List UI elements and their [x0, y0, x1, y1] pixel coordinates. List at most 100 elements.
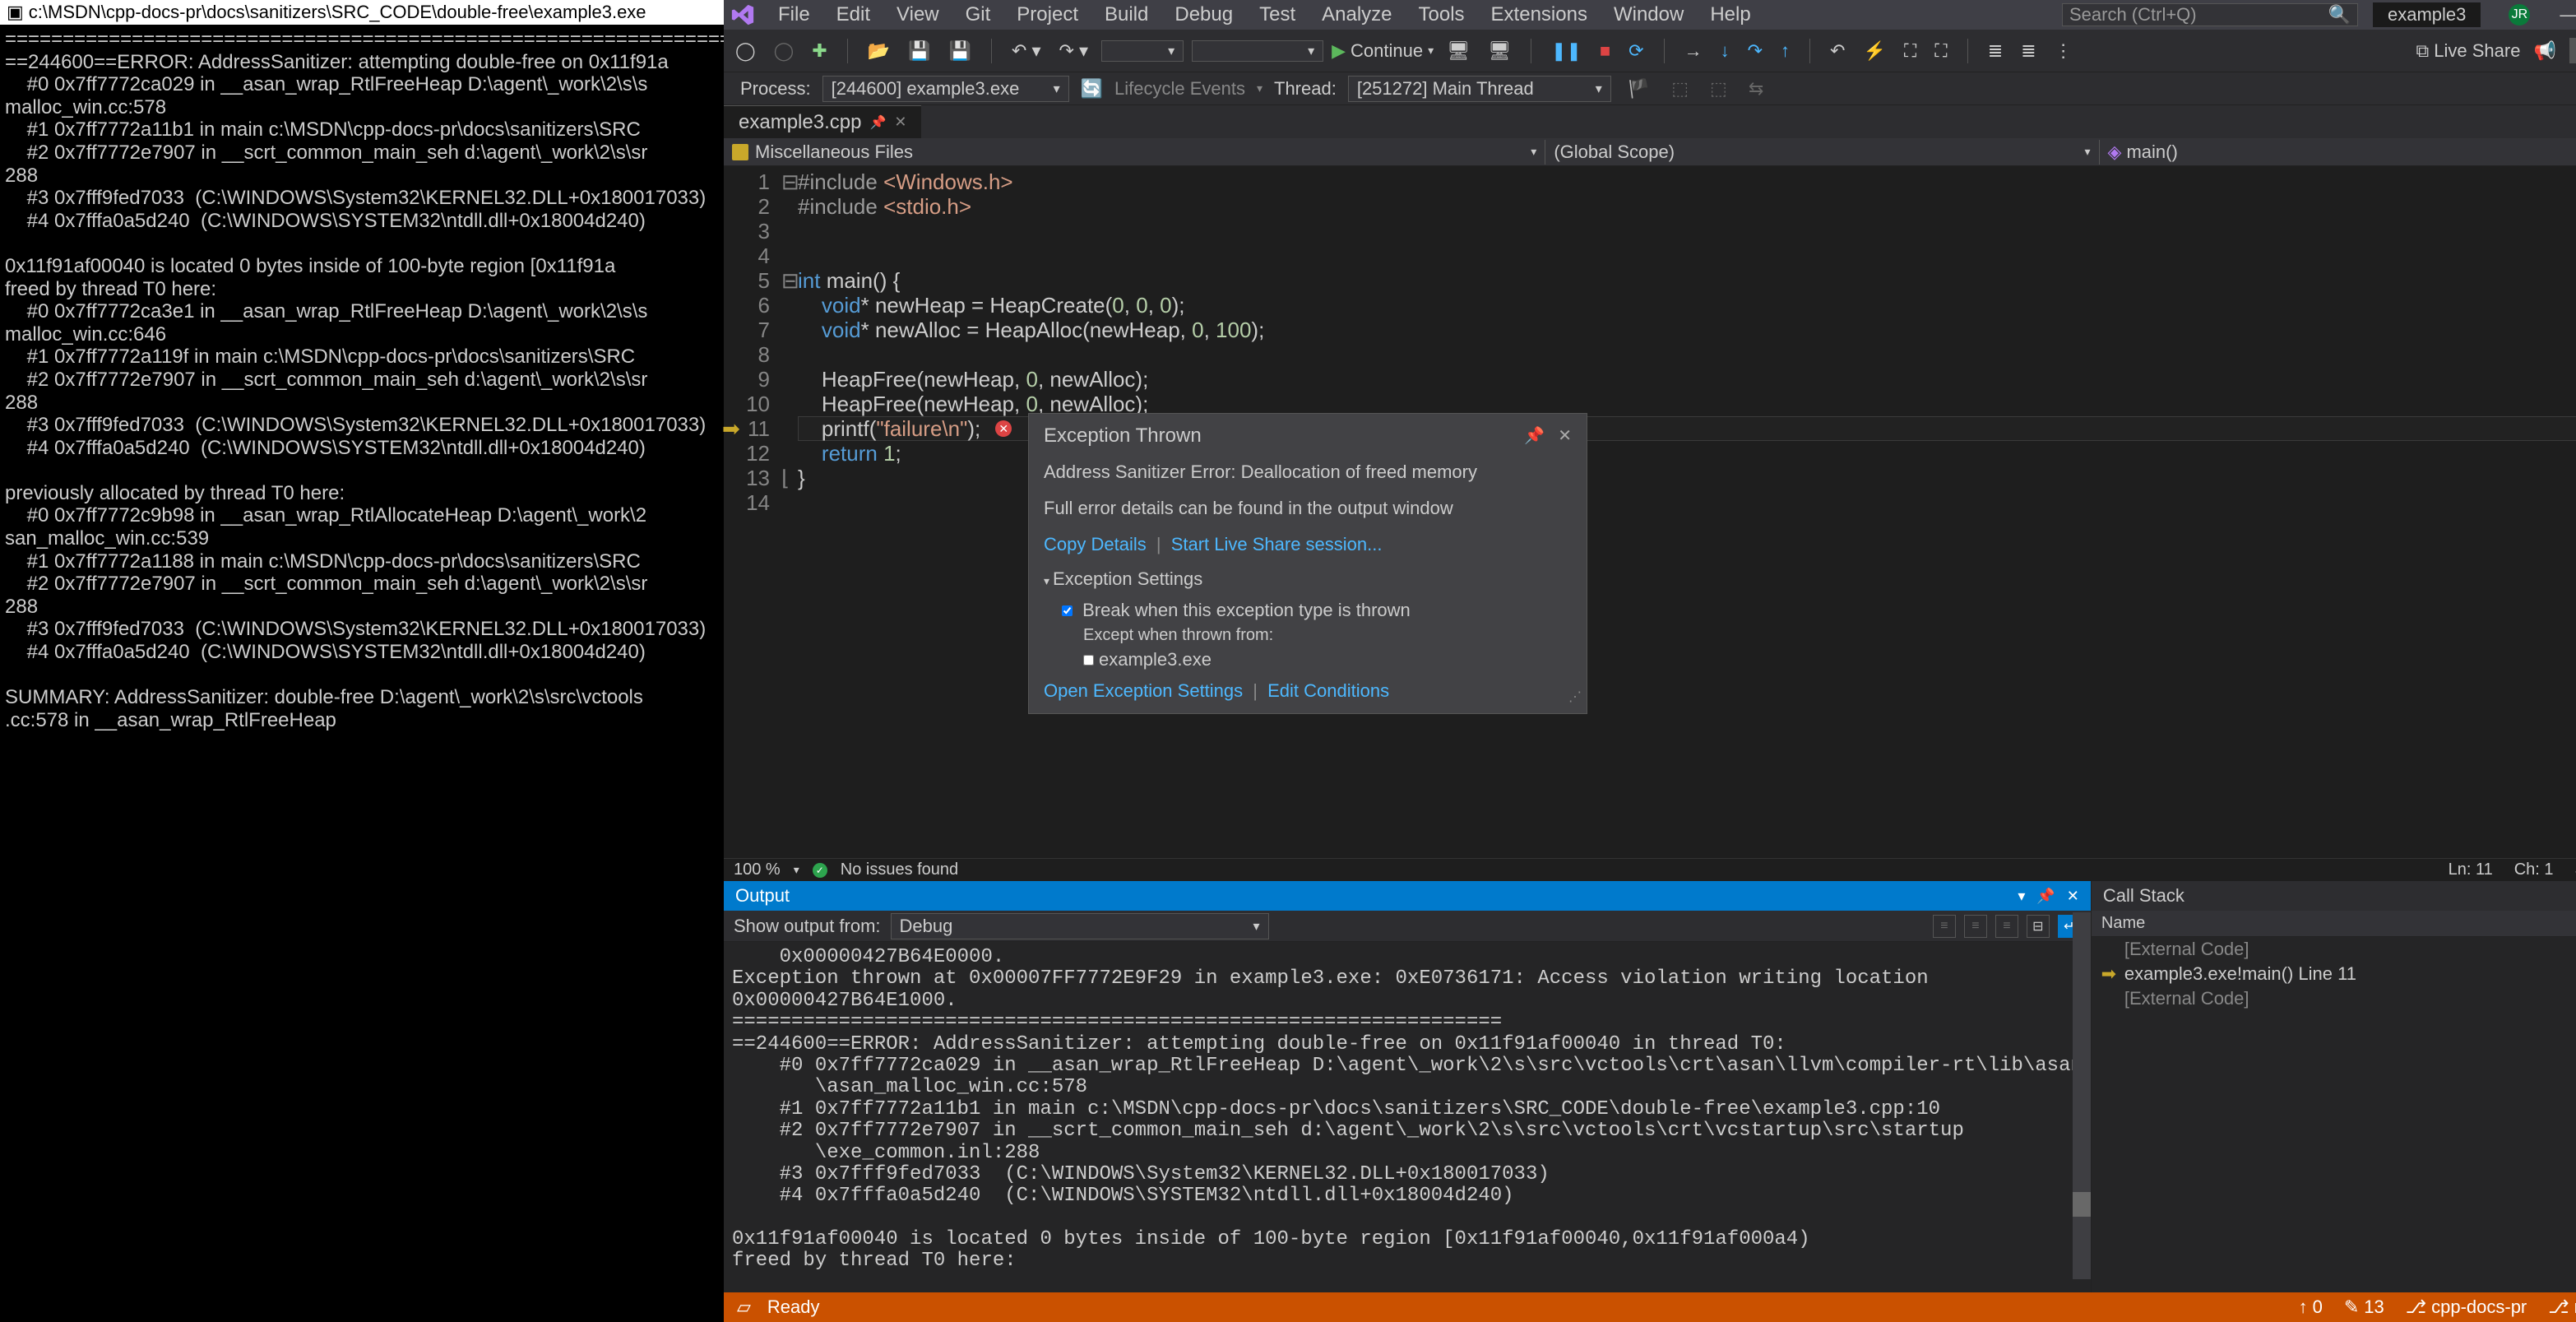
- close-tab-icon[interactable]: ✕: [894, 114, 906, 131]
- restart-button[interactable]: ⟳: [1624, 39, 1648, 63]
- edit-conditions-link[interactable]: Edit Conditions: [1267, 680, 1389, 701]
- context-project-dropdown[interactable]: Miscellaneous Files ▾: [724, 140, 1545, 165]
- menu-extensions[interactable]: Extensions: [1478, 3, 1601, 26]
- config-dropdown[interactable]: ▾: [1101, 40, 1184, 62]
- misc-debug-icon[interactable]: ⚡: [1858, 39, 1890, 63]
- open-icon[interactable]: 📂: [863, 39, 895, 63]
- menu-tools[interactable]: Tools: [1406, 3, 1478, 26]
- popup-pin-icon[interactable]: 📌: [1524, 424, 1545, 448]
- menu-git[interactable]: Git: [952, 3, 1004, 26]
- repo-name[interactable]: ⎇cpp-docs-pr: [2406, 1296, 2527, 1318]
- debug-target-icon[interactable]: 🖥: [1442, 39, 1475, 63]
- menu-project[interactable]: Project: [1003, 3, 1091, 26]
- show-next-statement-icon[interactable]: →: [1679, 39, 1707, 63]
- code-editor[interactable]: 1234567891011121314 ⊟⊟⌊ #include <Window…: [724, 166, 2576, 858]
- exception-settings-header[interactable]: Exception Settings: [1053, 568, 1202, 589]
- step-out-button[interactable]: ↑: [1776, 39, 1795, 63]
- stack-frame-icon[interactable]: ⬚: [1666, 77, 1693, 101]
- feedback-icon[interactable]: 📢: [2528, 39, 2560, 63]
- output-tb-icon4[interactable]: ⊟: [2027, 915, 2050, 938]
- connection-icon: ▱: [737, 1296, 751, 1318]
- misc-debug3-icon[interactable]: ⛶: [1930, 39, 1952, 63]
- output-panel: Output ▾ 📌 ✕ Show output from: Debug▾: [724, 881, 2091, 1292]
- menu-build[interactable]: Build: [1091, 3, 1161, 26]
- menu-debug[interactable]: Debug: [1161, 3, 1246, 26]
- exception-message: Address Sanitizer Error: Deallocation of…: [1044, 460, 1572, 485]
- output-header[interactable]: Output ▾ 📌 ✕: [724, 881, 2091, 911]
- visual-studio: File Edit View Git Project Build Debug T…: [724, 0, 2576, 1322]
- open-exception-settings-link[interactable]: Open Exception Settings: [1044, 680, 1243, 701]
- except-example3-checkbox[interactable]: [1083, 655, 1094, 666]
- popup-close-icon[interactable]: ✕: [1558, 424, 1572, 448]
- branch-name[interactable]: ⎇master▴: [2548, 1296, 2576, 1318]
- outdent-icon[interactable]: ≣: [2016, 39, 2041, 63]
- call-stack-body[interactable]: [External Code]➡example3.exe!main() Line…: [2092, 937, 2576, 1292]
- start-live-share-link[interactable]: Start Live Share session...: [1171, 534, 1383, 554]
- platform-dropdown[interactable]: ▾: [1192, 40, 1323, 62]
- output-tb-icon2[interactable]: ≡: [1964, 915, 1987, 938]
- stack-frame2-icon[interactable]: ⬚: [1705, 77, 1732, 101]
- context-member-dropdown[interactable]: ◈ main() ▾: [2100, 140, 2576, 165]
- resize-grip-icon[interactable]: ⋰: [1568, 685, 1582, 710]
- menu-file[interactable]: File: [765, 3, 823, 26]
- pending-down[interactable]: ✎13: [2344, 1296, 2384, 1318]
- menu-view[interactable]: View: [883, 3, 952, 26]
- live-share-button[interactable]: ⧉ Live Share: [2416, 40, 2521, 62]
- debug-target2-icon[interactable]: 🖥: [1483, 39, 1516, 63]
- call-stack-header[interactable]: Call Stack ▾ 📌 ✕: [2092, 881, 2576, 911]
- save-icon[interactable]: 💾: [903, 39, 935, 63]
- user-badge[interactable]: JR: [2509, 4, 2530, 26]
- nav-back-button[interactable]: ◯: [730, 39, 761, 63]
- toggle-icon[interactable]: ⇆: [1744, 77, 1768, 101]
- output-tb-icon1[interactable]: ≡: [1933, 915, 1956, 938]
- break-when-checkbox[interactable]: [1062, 605, 1073, 616]
- flag-icon[interactable]: 🏴: [1623, 77, 1655, 101]
- context-scope-dropdown[interactable]: (Global Scope) ▾: [1545, 140, 2099, 165]
- console-window: ▣ c:\MSDN\cpp-docs-pr\docs\sanitizers\SR…: [0, 0, 724, 1322]
- indent-icon[interactable]: ≣: [1983, 39, 2008, 63]
- copy-details-link[interactable]: Copy Details: [1044, 534, 1147, 554]
- redo-button[interactable]: ↷ ▾: [1054, 39, 1094, 63]
- step-into-button[interactable]: ↓: [1716, 39, 1735, 63]
- stop-button[interactable]: ■: [1595, 39, 1615, 63]
- menu-edit[interactable]: Edit: [823, 3, 883, 26]
- int-preview-badge: INT PREVIEW: [2569, 38, 2576, 63]
- console-body: ========================================…: [0, 25, 724, 735]
- nav-fwd-button[interactable]: ◯: [769, 39, 799, 63]
- pending-up[interactable]: ↑0: [2299, 1296, 2323, 1318]
- output-pin-icon[interactable]: 📌: [2036, 888, 2055, 905]
- output-close-icon[interactable]: ✕: [2067, 888, 2079, 905]
- call-stack-row[interactable]: ➡example3.exe!main() Line 11C++: [2092, 962, 2576, 986]
- menu-window[interactable]: Window: [1601, 3, 1697, 26]
- menu-help[interactable]: Help: [1697, 3, 1763, 26]
- save-all-icon[interactable]: 💾: [944, 39, 976, 63]
- misc-debug2-icon[interactable]: ⛶: [1899, 39, 1921, 63]
- pause-button[interactable]: ❚❚: [1546, 39, 1587, 63]
- menu-test[interactable]: Test: [1246, 3, 1309, 26]
- search-box[interactable]: Search (Ctrl+Q) 🔍: [2062, 3, 2358, 26]
- comment-icon[interactable]: ⋮: [2050, 39, 2078, 63]
- thread-dropdown[interactable]: [251272] Main Thread▾: [1348, 76, 1611, 102]
- pin-icon[interactable]: 📌: [869, 114, 886, 131]
- new-item-button[interactable]: ✚: [807, 39, 832, 63]
- lifecycle-label[interactable]: Lifecycle Events: [1114, 78, 1245, 100]
- continue-button[interactable]: ▶ Continue ▾: [1332, 40, 1434, 62]
- call-stack-row[interactable]: [External Code]: [2092, 937, 2576, 962]
- call-stack-row[interactable]: [External Code]: [2092, 986, 2576, 1011]
- no-issues-icon: ✓: [813, 863, 827, 878]
- step-over-button[interactable]: ↷: [1743, 39, 1768, 63]
- output-tb-icon3[interactable]: ≡: [1995, 915, 2018, 938]
- output-source-dropdown[interactable]: Debug▾: [891, 913, 1269, 939]
- menu-analyze[interactable]: Analyze: [1309, 3, 1405, 26]
- no-issues-label: No issues found: [841, 860, 958, 879]
- step-back-icon[interactable]: ↶: [1825, 39, 1850, 63]
- output-v-scrollbar[interactable]: [2073, 912, 2091, 1279]
- output-body[interactable]: 0x00000427B64E0000. Exception thrown at …: [724, 942, 2091, 1292]
- undo-button[interactable]: ↶ ▾: [1007, 39, 1046, 63]
- minimize-button[interactable]: —: [2543, 4, 2576, 25]
- debug-process-row: Process: [244600] example3.exe▾ 🔄 Lifecy…: [724, 72, 2576, 105]
- file-tab-example3[interactable]: example3.cpp 📌 ✕: [724, 105, 921, 139]
- zoom-level[interactable]: 100 %: [734, 860, 781, 879]
- output-dropdown-icon[interactable]: ▾: [2018, 888, 2025, 905]
- process-dropdown[interactable]: [244600] example3.exe▾: [822, 76, 1069, 102]
